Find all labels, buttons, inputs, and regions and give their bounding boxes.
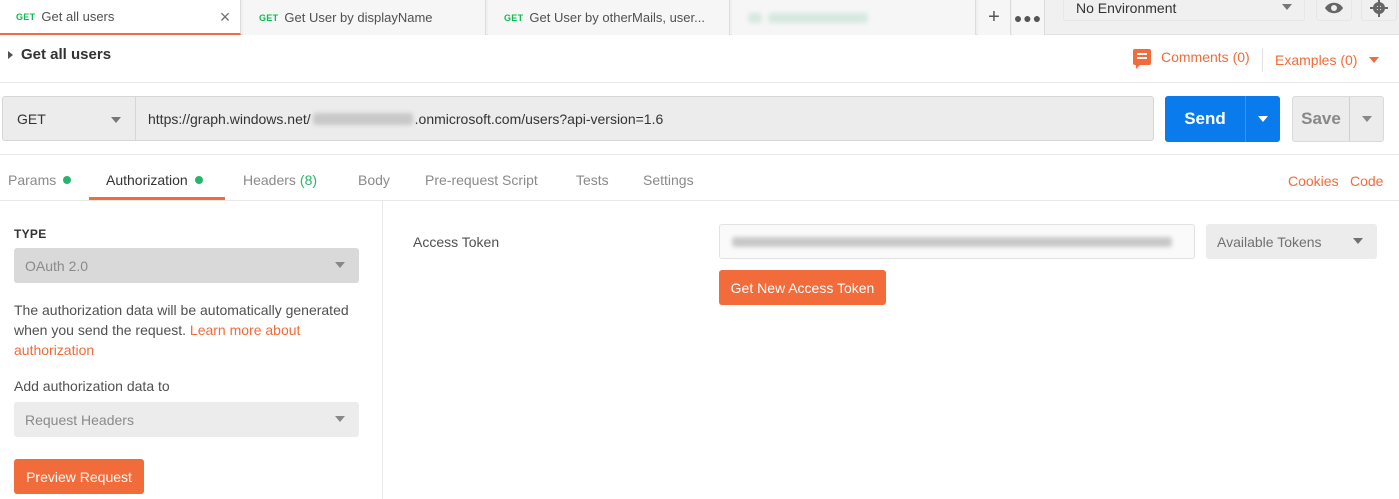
add-auth-to-value: Request Headers (25, 411, 134, 428)
save-button[interactable]: Save (1292, 96, 1384, 142)
close-icon[interactable]: × (216, 7, 234, 27)
add-auth-label: Add authorization data to (14, 378, 170, 394)
tab-body-label: Body (358, 172, 390, 188)
headers-count: (8) (299, 172, 318, 188)
request-name[interactable]: Get all users (8, 46, 111, 63)
chevron-down-icon (335, 416, 345, 422)
chevron-down-icon (1353, 238, 1363, 244)
tab-headers[interactable]: Headers (8) (243, 172, 317, 188)
send-button[interactable]: Send (1165, 96, 1280, 142)
caret-right-icon (8, 50, 13, 59)
get-new-access-token-button[interactable]: Get New Access Token (719, 270, 886, 305)
divider (1262, 48, 1263, 72)
comment-icon (1133, 49, 1151, 69)
chevron-down-icon (1369, 57, 1380, 63)
tab-params[interactable]: Params (8, 172, 72, 188)
redacted-method (748, 12, 762, 23)
save-options-button[interactable] (1349, 97, 1383, 141)
add-auth-to-select[interactable]: Request Headers (14, 402, 359, 437)
comments-label: Comments (0) (1161, 49, 1250, 65)
request-title: Get all users (21, 46, 112, 63)
save-label: Save (1301, 109, 1341, 128)
tab-authorization[interactable]: Authorization (106, 172, 203, 188)
divider (382, 201, 383, 499)
redacted-tenant (312, 112, 413, 125)
tab-method: GET (504, 12, 524, 23)
tab-authorization-label: Authorization (106, 172, 188, 188)
type-label: TYPE (14, 227, 47, 241)
tab-get-all-users[interactable]: GET Get all users × (0, 0, 241, 35)
chevron-down-icon (335, 262, 345, 268)
tab-headers-label: Headers (243, 172, 296, 188)
eye-icon[interactable] (1316, 0, 1352, 21)
tab-body[interactable]: Body (358, 172, 390, 188)
tab-redacted[interactable] (732, 0, 976, 35)
divider (0, 200, 1399, 201)
access-token-input[interactable] (719, 224, 1195, 259)
method-select[interactable]: GET (2, 96, 136, 141)
tab-method: GET (16, 11, 36, 22)
tab-tests-label: Tests (576, 172, 609, 188)
tab-label: Get User by displayName (284, 10, 433, 25)
chevron-down-icon (1258, 116, 1268, 122)
examples-dropdown[interactable]: Examples (0) (1275, 52, 1380, 68)
method-value: GET (17, 110, 46, 127)
url-input[interactable]: https://graph.windows.net/ .onmicrosoft.… (136, 96, 1154, 141)
divider (0, 82, 1399, 83)
status-dot (194, 176, 203, 184)
status-dot (63, 176, 72, 184)
tab-method: GET (259, 12, 279, 23)
environment-value: No Environment (1076, 0, 1177, 16)
redacted-tab-label (768, 12, 868, 23)
examples-label: Examples (0) (1275, 52, 1358, 68)
auth-help-text: The authorization data will be automatic… (14, 300, 359, 360)
tab-get-user-by-othermails[interactable]: GET Get User by otherMails, user... (488, 0, 730, 35)
ellipsis-icon[interactable]: ●●● (1012, 0, 1045, 35)
redacted-token (732, 236, 1172, 247)
gear-icon[interactable] (1361, 0, 1397, 21)
send-label: Send (1184, 109, 1226, 128)
preview-request-button[interactable]: Preview Request (14, 459, 144, 494)
tab-tests[interactable]: Tests (576, 172, 609, 188)
send-options-button[interactable] (1245, 96, 1280, 142)
chevron-down-icon (1282, 4, 1292, 10)
auth-type-value: OAuth 2.0 (25, 257, 89, 274)
tab-settings-label: Settings (643, 172, 694, 188)
available-tokens-label: Available Tokens (1217, 233, 1322, 250)
available-tokens-select[interactable]: Available Tokens (1206, 224, 1377, 259)
divider (0, 154, 1399, 155)
code-link[interactable]: Code (1350, 173, 1383, 189)
tab-get-user-by-displayname[interactable]: GET Get User by displayName (243, 0, 486, 35)
comments-button[interactable]: Comments (0) (1133, 49, 1250, 69)
tab-label: Get User by otherMails, user... (529, 10, 705, 25)
chevron-down-icon (111, 117, 121, 123)
tab-label: Get all users (41, 9, 115, 24)
plus-icon[interactable]: + (978, 0, 1011, 35)
auth-type-select[interactable]: OAuth 2.0 (14, 248, 359, 283)
tab-pre-request-script[interactable]: Pre-request Script (425, 172, 538, 188)
access-token-label: Access Token (413, 234, 500, 250)
tab-prerequest-label: Pre-request Script (425, 172, 538, 188)
tab-params-label: Params (8, 172, 57, 188)
url-suffix: .onmicrosoft.com/users?api-version=1.6 (414, 110, 664, 127)
tab-settings[interactable]: Settings (643, 172, 694, 188)
url-prefix: https://graph.windows.net/ (148, 110, 311, 127)
environment-select[interactable]: No Environment (1063, 0, 1305, 21)
chevron-down-icon (1361, 116, 1372, 122)
cookies-link[interactable]: Cookies (1288, 173, 1339, 189)
